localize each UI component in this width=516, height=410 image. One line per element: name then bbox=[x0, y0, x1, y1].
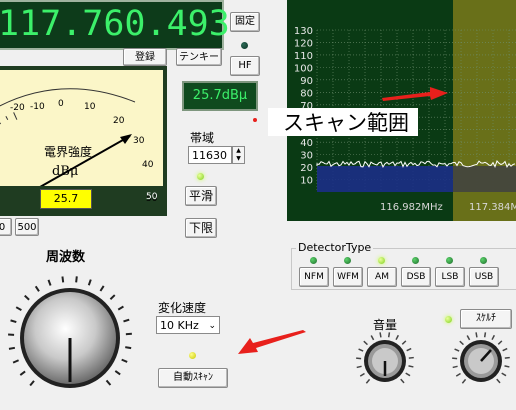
meter-scale-label: 20 bbox=[113, 116, 125, 126]
meter-scale bbox=[0, 88, 136, 186]
hf-button[interactable]: HF bbox=[230, 56, 260, 76]
meter-scale-label: 40 bbox=[142, 160, 154, 170]
spin-up-icon[interactable]: ▲ bbox=[233, 147, 244, 155]
detector-button-dsb[interactable]: DSB bbox=[401, 267, 431, 287]
detector-button-nfm[interactable]: NFM bbox=[299, 267, 329, 287]
spectrum-y-tick: 120 bbox=[294, 38, 313, 49]
meter-scale-label: 50 bbox=[146, 192, 158, 202]
frequency-knob-label: 周波数 bbox=[46, 250, 86, 265]
scan-range-callout: スキャン範囲 bbox=[268, 108, 418, 136]
detector-button-lsb[interactable]: LSB bbox=[435, 267, 465, 287]
step-select-value: 10 KHz bbox=[160, 319, 199, 332]
500-button[interactable]: 500 bbox=[15, 218, 39, 236]
detector-led-lsb bbox=[446, 257, 453, 264]
spectrum-y-tick: 30 bbox=[300, 151, 313, 162]
detector-led-am bbox=[378, 257, 385, 264]
step-select[interactable]: 10 KHz ⌄ bbox=[156, 316, 220, 334]
spectrum-y-tick: 100 bbox=[294, 63, 313, 74]
zero-button[interactable]: 0 bbox=[0, 218, 12, 236]
meter-title: 電界強度 bbox=[44, 145, 93, 159]
frequency-display: 117.760.493 bbox=[0, 0, 230, 50]
meter-unit: dBμ bbox=[52, 164, 79, 179]
auto-scan-led bbox=[189, 352, 196, 359]
detector-type-title: DetectorType bbox=[296, 241, 374, 254]
spectrum-y-tick: 110 bbox=[294, 51, 313, 62]
chevron-down-icon[interactable]: ⌄ bbox=[208, 317, 216, 335]
signal-meter-face: -20 -10 0 10 20 30 40 50 電界強度 dBμ bbox=[0, 70, 163, 204]
auto-scan-button[interactable]: 自動ｽｷｬﾝ bbox=[158, 368, 228, 388]
spectrum-y-tick: 80 bbox=[300, 88, 313, 99]
detector-button-wfm[interactable]: WFM bbox=[333, 267, 363, 287]
squelch-knob[interactable] bbox=[444, 330, 516, 392]
detector-led-wfm bbox=[344, 257, 351, 264]
smoothing-button[interactable]: 平滑 bbox=[185, 186, 217, 206]
volume-knob[interactable] bbox=[354, 330, 416, 392]
detector-led-usb bbox=[480, 257, 487, 264]
spectrum-y-tick: 90 bbox=[300, 76, 313, 87]
arrow-scan-range bbox=[382, 87, 448, 101]
spectrum-x-label: 117.384MHz bbox=[469, 202, 516, 213]
meter-needle-head bbox=[120, 134, 132, 144]
callout-marker bbox=[253, 118, 257, 122]
fix-button[interactable]: 固定 bbox=[230, 12, 260, 32]
detector-button-am[interactable]: AM bbox=[367, 267, 397, 287]
frequency-knob[interactable] bbox=[6, 264, 134, 404]
spectrum-y-tick: 20 bbox=[300, 163, 313, 174]
spectrum-y-tick: 130 bbox=[294, 26, 313, 37]
tenkey-button[interactable]: テンキー bbox=[176, 48, 222, 66]
band-spinner[interactable]: ▲ ▼ bbox=[232, 146, 245, 164]
spectrum-y-tick: 40 bbox=[300, 138, 313, 149]
band-value-field[interactable]: 11630 bbox=[188, 146, 232, 164]
hf-indicator-led bbox=[241, 42, 248, 49]
frequency-value: 117.760.493 bbox=[0, 4, 230, 44]
meter-value-box: 25.7 bbox=[40, 189, 92, 209]
db-display: 25.7dBμ bbox=[182, 81, 258, 111]
meter-scale-label: -10 bbox=[30, 102, 45, 112]
band-label: 帯域 bbox=[190, 131, 215, 145]
meter-scale-label: 0 bbox=[58, 99, 64, 109]
smoothing-led bbox=[197, 173, 204, 180]
spectrum-x-label: 116.982MHz bbox=[380, 202, 443, 213]
arrow-auto-scan bbox=[238, 330, 306, 354]
squelch-led bbox=[445, 316, 452, 323]
meter-scale-label: -20 bbox=[10, 103, 25, 113]
register-button[interactable]: 登録 bbox=[123, 48, 167, 66]
squelch-button[interactable]: ｽｹﾙﾁ bbox=[460, 309, 512, 329]
spectrum-y-tick: 10 bbox=[300, 176, 313, 187]
meter-scale-label: 30 bbox=[133, 136, 145, 146]
spin-down-icon[interactable]: ▼ bbox=[233, 155, 244, 163]
step-label: 変化速度 bbox=[158, 301, 207, 315]
detector-led-dsb bbox=[412, 257, 419, 264]
detector-button-usb[interactable]: USB bbox=[469, 267, 499, 287]
lower-limit-button[interactable]: 下限 bbox=[185, 218, 217, 238]
detector-led-nfm bbox=[310, 257, 317, 264]
meter-scale-label: 10 bbox=[84, 102, 96, 112]
